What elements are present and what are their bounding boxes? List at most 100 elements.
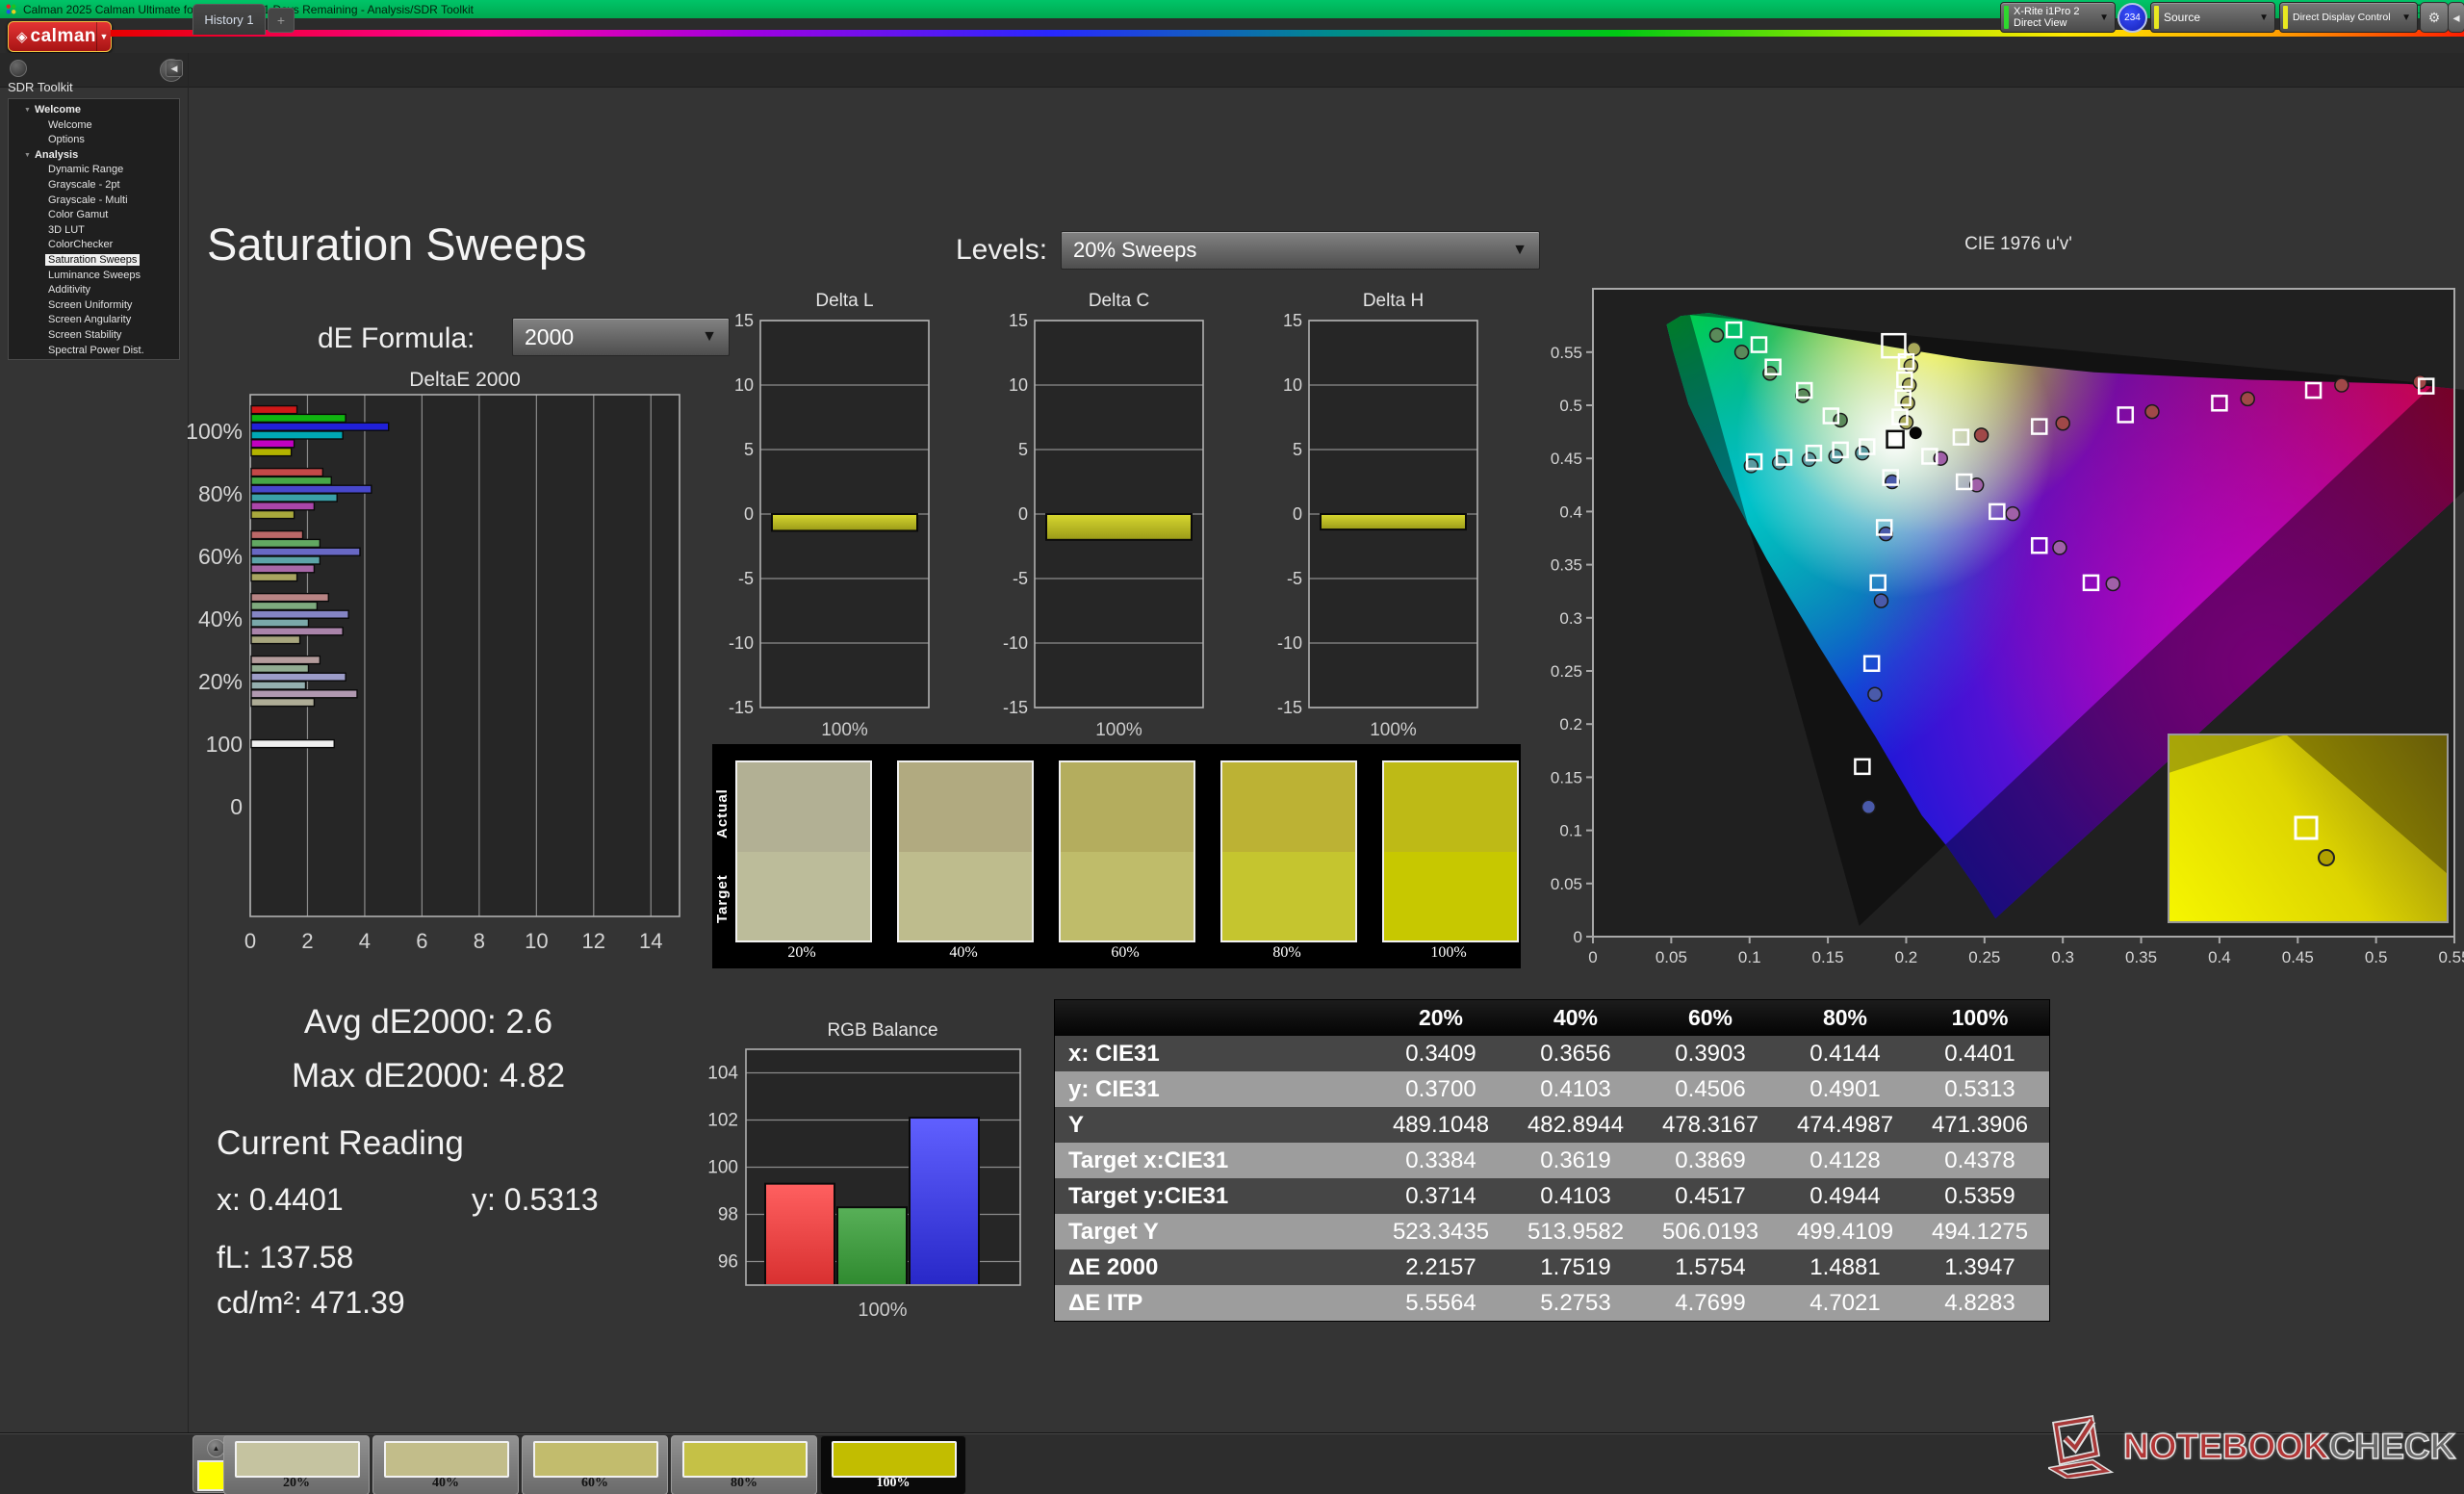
swatch-pair-60% <box>1059 760 1195 942</box>
svg-text:0: 0 <box>230 794 243 819</box>
patch-tile-20[interactable]: 20% <box>223 1435 370 1494</box>
svg-text:0: 0 <box>1018 504 1028 524</box>
sidebar-item-colorchecker[interactable]: ColorChecker <box>9 238 179 253</box>
table-row-e-itp: ΔE ITP5.55645.27534.76994.70214.8283 <box>1055 1285 2049 1321</box>
svg-text:0.5: 0.5 <box>2365 948 2388 966</box>
table-cell: 5.2753 <box>1508 1290 1643 1317</box>
sidebar-item-grayscale-multi[interactable]: Grayscale - Multi <box>9 193 179 209</box>
calman-menu-button[interactable]: ◈ calman ▼ <box>8 21 112 52</box>
sidebar-item-saturation-sweeps[interactable]: Saturation Sweeps <box>9 253 179 269</box>
patch-tile-60[interactable]: 60% <box>522 1435 668 1494</box>
meter-mode: Direct View <box>2014 17 2079 29</box>
svg-text:0.15: 0.15 <box>1812 948 1844 966</box>
patch-label: 80% <box>672 1476 816 1491</box>
table-cell: 1.7519 <box>1508 1254 1643 1281</box>
tree-section-analysis[interactable]: ▼Analysis <box>9 148 179 164</box>
expand-icon[interactable]: ▼ <box>24 107 31 114</box>
table-row-target-y-cie31: Target y:CIE310.37140.41030.45170.49440.… <box>1055 1178 2049 1214</box>
svg-text:6: 6 <box>416 929 427 953</box>
svg-text:-15: -15 <box>1003 698 1028 717</box>
table-col-40: 40% <box>1508 1005 1643 1031</box>
sidebar-item-welcome[interactable]: Welcome <box>9 118 179 134</box>
sidebar-item-screen-angularity[interactable]: Screen Angularity <box>9 313 179 328</box>
expand-icon[interactable]: ▼ <box>24 152 31 159</box>
add-tab-button[interactable]: + <box>268 8 295 33</box>
max-de2000: Max dE2000: 4.82 <box>217 1057 640 1095</box>
patch-swatch <box>832 1441 957 1478</box>
svg-text:RGB Balance: RGB Balance <box>827 1020 937 1041</box>
measured-point-blue <box>1861 800 1875 813</box>
target-row-label: Target <box>714 858 733 940</box>
sidebar-item-dynamic-range[interactable]: Dynamic Range <box>9 163 179 178</box>
sidebar-item-screen-stability[interactable]: Screen Stability <box>9 328 179 344</box>
table-col-60: 60% <box>1643 1005 1778 1031</box>
measured-point-magenta <box>2106 577 2119 590</box>
display-status-stripe <box>2283 6 2288 29</box>
svg-text:0.55: 0.55 <box>2438 948 2464 966</box>
sidebar-sphere-button[interactable] <box>10 60 27 77</box>
sidebar-item-options[interactable]: Options <box>9 133 179 148</box>
svg-text:100: 100 <box>707 1158 738 1178</box>
sidebar-tree: ▼WelcomeWelcomeOptions▼AnalysisDynamic R… <box>8 98 180 360</box>
measured-point-cyan <box>1773 456 1786 470</box>
sidebar-item-color-gamut[interactable]: Color Gamut <box>9 208 179 223</box>
patch-tile-40[interactable]: 40% <box>372 1435 519 1494</box>
chevron-down-icon: ▼ <box>2099 13 2109 23</box>
reading-y: y: 0.5313 <box>472 1182 599 1218</box>
svg-text:80%: 80% <box>198 481 243 506</box>
measured-point-green <box>1735 346 1749 359</box>
svg-text:2: 2 <box>301 929 313 953</box>
table-row-e-2000: ΔE 20002.21571.75191.57541.48811.3947 <box>1055 1249 2049 1285</box>
table-cell: 4.8283 <box>1912 1290 2047 1317</box>
svg-text:0.35: 0.35 <box>2125 948 2157 966</box>
tab-history-1[interactable]: History 1 <box>192 4 266 35</box>
tree-section-welcome[interactable]: ▼Welcome <box>9 103 179 118</box>
sidebar-item-grayscale-2pt[interactable]: Grayscale - 2pt <box>9 178 179 193</box>
svg-text:12: 12 <box>582 929 605 953</box>
svg-text:0.05: 0.05 <box>1551 875 1582 893</box>
sidebar-item-screen-uniformity[interactable]: Screen Uniformity <box>9 298 179 314</box>
meter-dropdown[interactable]: X-Rite i1Pro 2Direct View ▼ <box>2000 2 2116 33</box>
display-control-dropdown[interactable]: Direct Display Control ▼ <box>2279 2 2418 33</box>
table-cell: 5.5564 <box>1373 1290 1508 1317</box>
sidebar-item-luminance-sweeps[interactable]: Luminance Sweeps <box>9 269 179 284</box>
calman-window: Calman 2025 Calman Ultimate for Business… <box>0 0 2464 1494</box>
app-icon <box>6 4 16 14</box>
swatch-pair-100% <box>1382 760 1519 942</box>
table-cell: 499.4109 <box>1778 1219 1912 1246</box>
patch-tile-80[interactable]: 80% <box>671 1435 817 1494</box>
de-formula-dropdown[interactable]: 2000▼ <box>512 318 730 356</box>
settings-gear-button[interactable]: ⚙ <box>2420 2 2449 33</box>
sidebar-item-spectral-power-dist[interactable]: Spectral Power Dist. <box>9 344 179 359</box>
cie1976-chart: CIE 1976 u'v'00.050.10.150.20.250.30.350… <box>1526 234 2464 990</box>
sidebar-item-3d-lut[interactable]: 3D LUT <box>9 223 179 239</box>
table-cell: 0.4378 <box>1912 1147 2047 1174</box>
table-cell: 0.4401 <box>1912 1041 2047 1068</box>
svg-text:0.45: 0.45 <box>2282 948 2314 966</box>
svg-text:104: 104 <box>707 1064 738 1084</box>
table-row-target-y: Target Y523.3435513.9582506.0193499.4109… <box>1055 1214 2049 1249</box>
measured-point-red <box>2145 405 2159 419</box>
meter-count-badge[interactable]: 234 <box>2118 3 2147 33</box>
svg-text:102: 102 <box>707 1111 738 1131</box>
row-label: x: CIE31 <box>1055 1041 1373 1068</box>
target-swatch <box>737 852 870 941</box>
source-status-stripe <box>2154 6 2159 29</box>
table-cell: 523.3435 <box>1373 1219 1508 1246</box>
svg-text:Delta C: Delta C <box>1089 291 1149 311</box>
patch-tile-100[interactable]: 100% <box>820 1435 966 1494</box>
sidebar-collapse-icon[interactable]: ◀ <box>166 60 183 77</box>
swatch-level-label: 80% <box>1220 944 1353 962</box>
svg-text:10: 10 <box>734 375 754 395</box>
table-cell: 1.4881 <box>1778 1254 1912 1281</box>
table-cell: 0.4144 <box>1778 1041 1912 1068</box>
collapse-right-icon[interactable]: ◂ <box>2448 2 2464 33</box>
source-dropdown[interactable]: Source ▼ <box>2150 2 2275 33</box>
levels-dropdown[interactable]: 20% Sweeps▼ <box>1061 231 1540 270</box>
table-cell: 4.7699 <box>1643 1290 1778 1317</box>
sidebar-item-additivity[interactable]: Additivity <box>9 283 179 298</box>
patch-label: 40% <box>373 1476 518 1491</box>
patch-label: 20% <box>224 1476 369 1491</box>
chevron-down-icon[interactable]: ▼ <box>96 22 111 51</box>
svg-text:5: 5 <box>1293 440 1302 459</box>
